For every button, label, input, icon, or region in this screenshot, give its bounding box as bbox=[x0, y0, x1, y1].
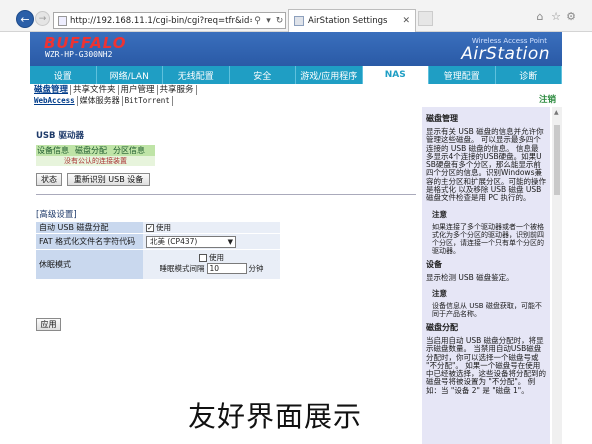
help-title-assign: 磁盘分配 bbox=[426, 322, 458, 332]
browser-tab[interactable]: AirStation Settings ✕ bbox=[288, 9, 416, 32]
auto-assign-checkbox[interactable]: ✓ bbox=[146, 223, 154, 232]
status-button[interactable]: 状态 bbox=[36, 173, 62, 186]
advanced-settings-title: [高级设置] bbox=[36, 210, 77, 220]
address-bar[interactable]: http://192.168.11.1/cgi-bin/cgi?req=tfr&… bbox=[53, 12, 286, 29]
url-text: http://192.168.11.1/cgi-bin/cgi?req=tfr&… bbox=[70, 15, 252, 26]
menu-wireless[interactable]: 无线配置 bbox=[163, 66, 230, 84]
menu-games-apps[interactable]: 游戏/应用程序 bbox=[296, 66, 363, 84]
fat-charset-select[interactable]: 北美 (CP437) ▼ bbox=[146, 235, 236, 248]
row-sleep-mode: 休眠模式 使用 睡眠模式间隔 10 分钟 bbox=[36, 250, 280, 280]
subnav-disk-management[interactable]: 磁盘管理 bbox=[32, 85, 72, 95]
home-icon[interactable]: ⌂ bbox=[533, 9, 547, 23]
sleep-mode-value: 使用 bbox=[209, 253, 224, 262]
row-fat-charset: FAT 格式化文件名字符代码 北美 (CP437) ▼ bbox=[36, 234, 280, 250]
help-text-assign: 当启用自动 USB 磁盘分配时，将显示磁盘数量。 当禁用自动USB磁盘分配时，你… bbox=[426, 335, 546, 395]
help-note-1: 如果连接了多个驱动器或者一个被格式化为多个分区的驱动器，识别前四个分区，请连接一… bbox=[432, 222, 544, 255]
help-text-device: 显示检测 USB 磁盘鉴定。 bbox=[426, 272, 514, 282]
tab-partition-info[interactable]: 分区信息 bbox=[112, 145, 146, 156]
auto-assign-label: 自动 USB 磁盘分配 bbox=[36, 222, 143, 233]
page-icon bbox=[58, 15, 67, 26]
auto-assign-value: 使用 bbox=[156, 223, 171, 232]
logout-link[interactable]: 注销 bbox=[539, 93, 556, 105]
chevron-down-icon: ▼ bbox=[227, 237, 233, 246]
subnav-bittorrent[interactable]: BitTorrent bbox=[123, 96, 173, 106]
usb-tab-bar: 设备信息 磁盘分配 分区信息 bbox=[36, 145, 155, 156]
fat-charset-label: FAT 格式化文件名字符代码 bbox=[36, 234, 143, 249]
help-text-disk: 显示有关 USB 磁盘的信息并允许你管理这些磁盘。 可以显示最多四个连接的 US… bbox=[426, 127, 546, 203]
new-tab-button[interactable] bbox=[418, 11, 433, 26]
subnav-shared-folders[interactable]: 共享文件夹 bbox=[71, 85, 119, 95]
usb-status-message: 没有公认的连接装置 bbox=[36, 156, 155, 166]
subnav-shared-services[interactable]: 共享服务 bbox=[158, 85, 197, 95]
usb-drive-title: USB 驱动器 bbox=[36, 131, 84, 141]
search-icon[interactable]: ⚲ bbox=[252, 16, 263, 26]
menu-security[interactable]: 安全 bbox=[230, 66, 296, 84]
gear-icon[interactable]: ⚙ bbox=[564, 9, 578, 23]
help-panel: 磁盘管理 显示有关 USB 磁盘的信息并允许你管理这些磁盘。 可以显示最多四个连… bbox=[422, 107, 550, 444]
help-note-title-2: 注意 bbox=[432, 288, 447, 298]
model-name: WZR-HP-G300NH2 bbox=[45, 50, 113, 59]
sleep-mode-checkbox[interactable] bbox=[199, 253, 207, 262]
section-divider bbox=[36, 194, 416, 195]
browser-toolbar: ← → http://192.168.11.1/cgi-bin/cgi?req=… bbox=[0, 0, 592, 32]
subnav-media-server[interactable]: 媒体服务器 bbox=[78, 96, 123, 106]
row-auto-assign: 自动 USB 磁盘分配 ✓ 使用 bbox=[36, 222, 280, 234]
fat-charset-value: 北美 (CP437) bbox=[150, 237, 198, 246]
forward-button[interactable]: → bbox=[35, 11, 50, 26]
router-page: BUFFALO WZR-HP-G300NH2 Wireless Access P… bbox=[30, 32, 562, 444]
help-title-disk: 磁盘管理 bbox=[426, 114, 458, 123]
favorites-star-icon[interactable]: ☆ bbox=[549, 9, 563, 23]
sleep-interval-input[interactable]: 10 bbox=[206, 263, 247, 274]
dropdown-icon[interactable]: ▾ bbox=[263, 16, 274, 26]
sleep-interval-label: 睡眠模式间隔 bbox=[159, 264, 205, 273]
back-button[interactable]: ← bbox=[16, 10, 34, 28]
tab-disk-assign[interactable]: 磁盘分配 bbox=[74, 145, 108, 156]
help-note-2: 设备信息从 USB 磁盘获取，可能不同于产品名称。 bbox=[432, 301, 542, 318]
rescan-usb-button[interactable]: 重新识别 USB 设备 bbox=[67, 173, 150, 186]
tab-favicon-icon bbox=[294, 16, 304, 26]
help-title-device: 设备 bbox=[426, 259, 442, 269]
browser-window: ← → http://192.168.11.1/cgi-bin/cgi?req=… bbox=[0, 0, 592, 444]
scrollbar-thumb[interactable] bbox=[554, 125, 560, 195]
sub-menu: 磁盘管理 共享文件夹 用户管理 共享服务 bbox=[32, 85, 197, 95]
close-tab-icon[interactable]: ✕ bbox=[402, 16, 410, 26]
refresh-icon[interactable]: ↻ bbox=[274, 16, 285, 26]
advanced-settings-table: 自动 USB 磁盘分配 ✓ 使用 FAT 格式化文件名字符代码 北美 (CP43… bbox=[36, 222, 280, 280]
menu-diagnostics[interactable]: 诊断 bbox=[496, 66, 562, 84]
help-note-title-1: 注意 bbox=[432, 209, 447, 219]
sleep-unit: 分钟 bbox=[248, 264, 264, 273]
subnav-user-management[interactable]: 用户管理 bbox=[119, 85, 158, 95]
tab-title: AirStation Settings bbox=[308, 16, 388, 26]
product-name: AirStation bbox=[461, 44, 550, 64]
sleep-mode-label: 休眠模式 bbox=[36, 250, 143, 279]
header-banner: BUFFALO WZR-HP-G300NH2 Wireless Access P… bbox=[30, 32, 562, 66]
apply-button[interactable]: 应用 bbox=[36, 318, 61, 331]
menu-nas[interactable]: NAS bbox=[362, 66, 429, 84]
main-content: USB 驱动器 设备信息 磁盘分配 分区信息 没有公认的连接装置 状态 重新识别… bbox=[30, 107, 420, 444]
sub-menu-2: WebAccess 媒体服务器 BitTorrent bbox=[32, 96, 173, 106]
menu-network-lan[interactable]: 网络/LAN bbox=[97, 66, 163, 84]
subnav-webaccess[interactable]: WebAccess bbox=[32, 96, 78, 106]
main-menu: 设置 网络/LAN 无线配置 安全 游戏/应用程序 NAS 管理配置 诊断 bbox=[30, 66, 562, 84]
help-scrollbar[interactable]: ▲ bbox=[552, 107, 562, 444]
tab-device-info[interactable]: 设备信息 bbox=[36, 145, 70, 156]
scroll-up-icon[interactable]: ▲ bbox=[554, 109, 559, 116]
menu-admin[interactable]: 管理配置 bbox=[429, 66, 496, 84]
menu-setup[interactable]: 设置 bbox=[30, 66, 97, 84]
caption-overlay: 友好界面展示 bbox=[188, 400, 363, 433]
